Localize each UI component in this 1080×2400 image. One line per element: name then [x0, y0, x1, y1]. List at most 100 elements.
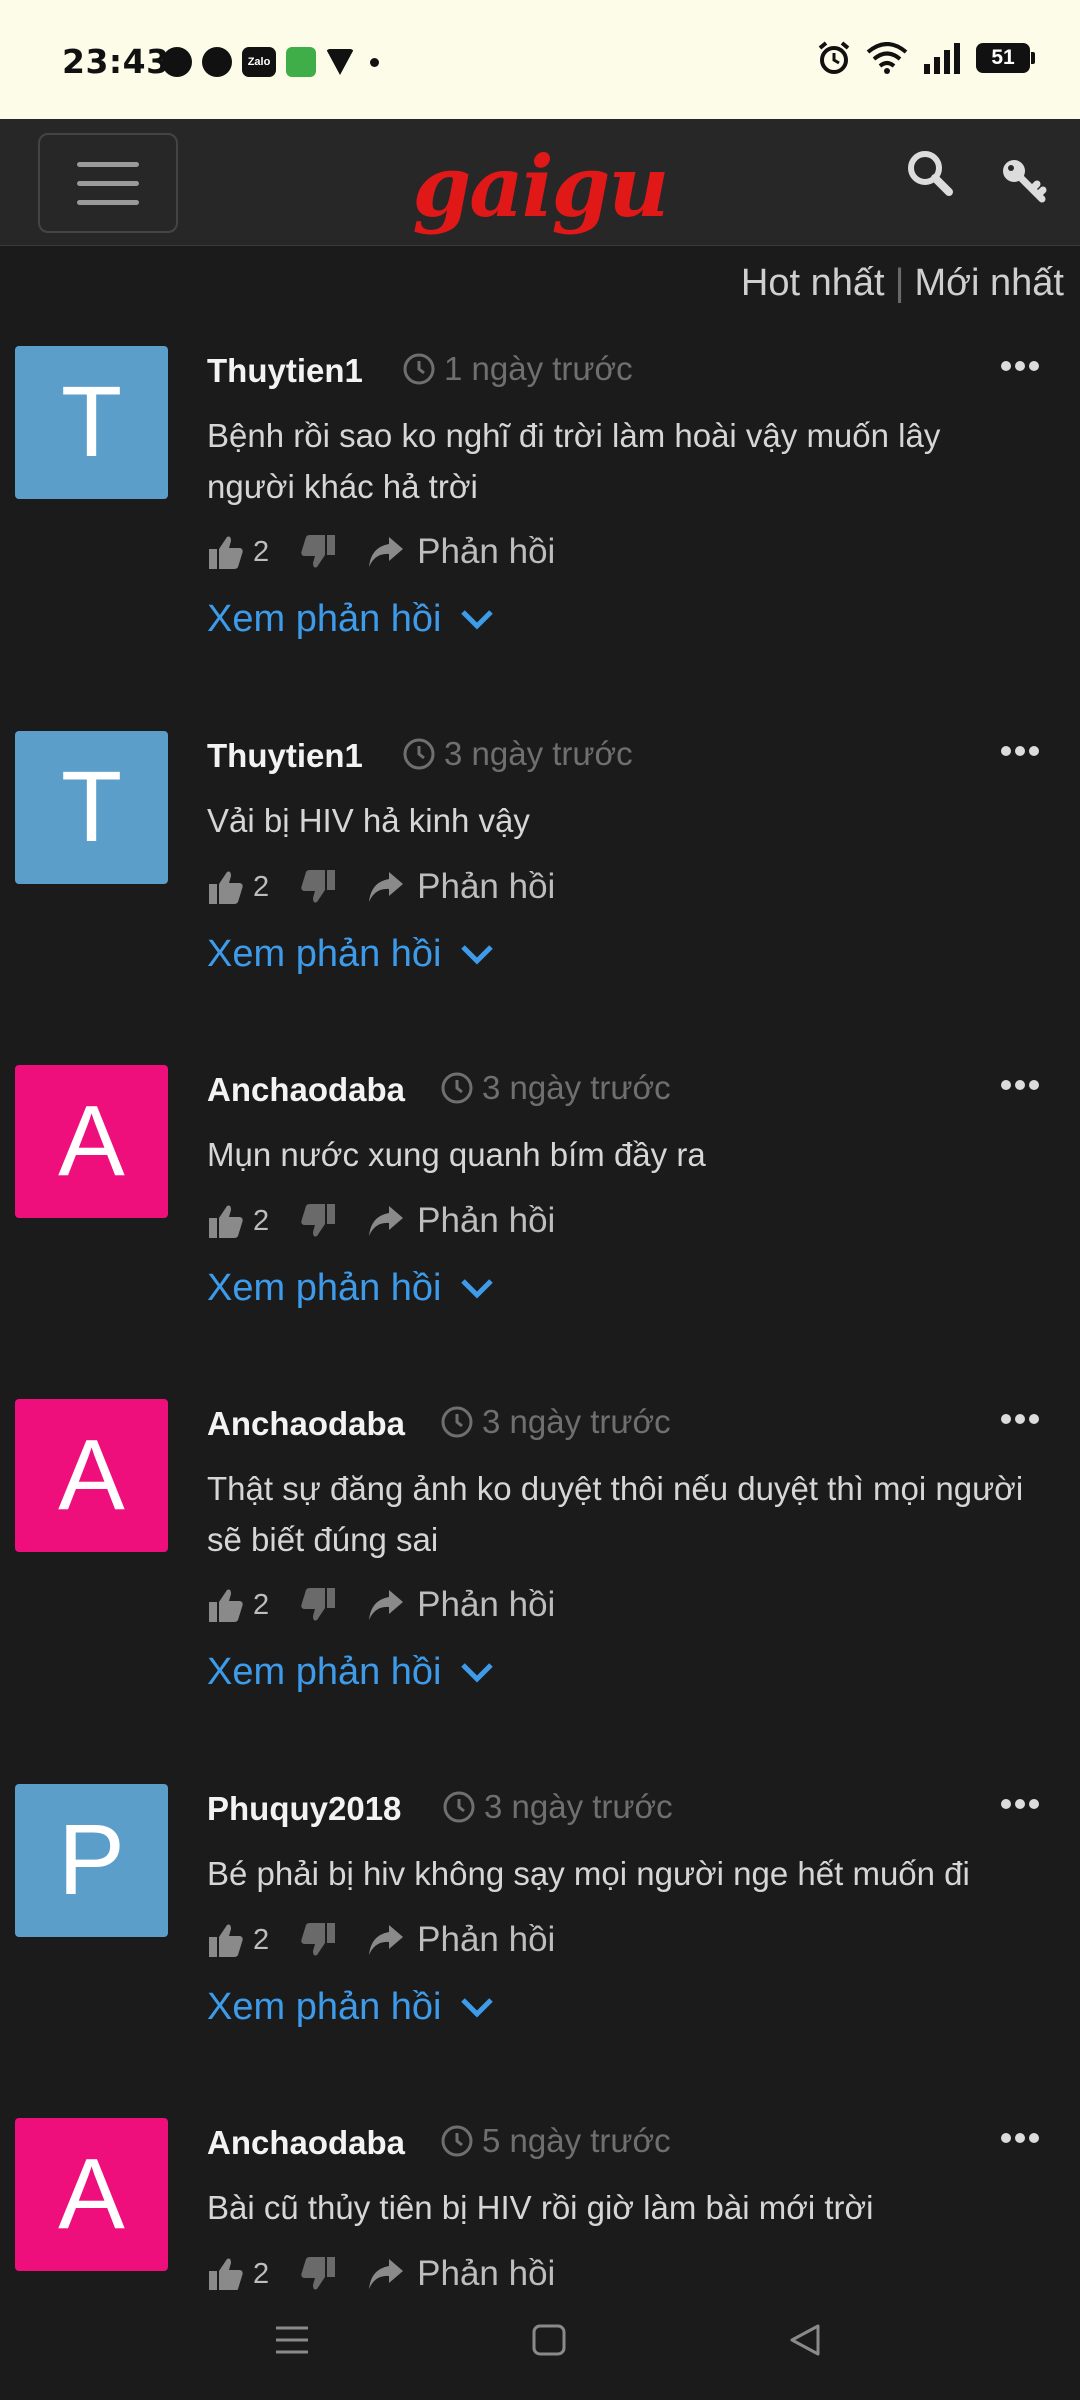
reply-button[interactable]: Phản hồi	[417, 867, 555, 907]
battery-indicator: 51	[976, 43, 1035, 73]
view-replies-label: Xem phản hồi	[207, 1986, 442, 2028]
reply-icon[interactable]	[367, 1204, 405, 1238]
status-bar: 23:43 Zalo 51	[0, 0, 1080, 119]
sort-hot-link[interactable]: Hot nhất	[741, 262, 885, 304]
comment-author[interactable]: Anchaodaba	[207, 1071, 405, 1109]
more-options-icon[interactable]	[1000, 745, 1040, 757]
reply-button[interactable]: Phản hồi	[417, 1201, 555, 1241]
more-notifications-dot	[370, 57, 379, 67]
reply-button[interactable]: Phản hồi	[417, 1920, 555, 1960]
view-replies-link[interactable]: Xem phản hồi	[207, 933, 494, 976]
avatar[interactable]: P	[15, 1784, 168, 1937]
more-options-icon[interactable]	[1000, 2132, 1040, 2144]
notification-icons: Zalo	[162, 47, 379, 77]
like-icon[interactable]	[207, 2255, 245, 2290]
dislike-icon[interactable]	[299, 1921, 337, 1959]
clock-icon	[403, 738, 435, 770]
chevron-down-icon	[460, 944, 493, 965]
more-options-icon[interactable]	[1000, 360, 1040, 372]
view-replies-link[interactable]: Xem phản hồi	[207, 598, 494, 641]
view-replies-link[interactable]: Xem phản hồi	[207, 1986, 494, 2029]
comment-time: 1 ngày trước	[402, 350, 633, 388]
view-replies-link[interactable]: Xem phản hồi	[207, 1651, 494, 1694]
clock-icon	[443, 1791, 475, 1823]
reply-button[interactable]: Phản hồi	[417, 532, 555, 572]
avatar[interactable]: A	[15, 2118, 168, 2271]
like-icon[interactable]	[207, 533, 245, 571]
alarm-icon	[818, 41, 850, 74]
view-replies-link[interactable]: Xem phản hồi	[207, 1267, 494, 1310]
reply-button[interactable]: Phản hồi	[417, 1585, 555, 1625]
comment-author[interactable]: Thuytien1	[207, 737, 363, 775]
avatar[interactable]: A	[15, 1399, 168, 1552]
reply-icon[interactable]	[367, 2257, 405, 2290]
comment-author[interactable]: Anchaodaba	[207, 2124, 405, 2162]
avatar[interactable]: A	[15, 1065, 168, 1218]
more-options-icon[interactable]	[1000, 1798, 1040, 1810]
comment-time: 3 ngày trước	[440, 1069, 671, 1107]
view-replies-label: Xem phản hồi	[207, 1267, 442, 1309]
like-count: 2	[253, 870, 270, 903]
comment-time: 3 ngày trước	[402, 735, 633, 773]
sort-newest-link[interactable]: Mới nhất	[914, 262, 1064, 304]
home-icon[interactable]	[530, 2322, 568, 2358]
system-nav-bar	[0, 2290, 1080, 2400]
clock-icon	[441, 1072, 473, 1104]
more-options-icon[interactable]	[1000, 1079, 1040, 1091]
comment-time: 5 ngày trước	[440, 2122, 671, 2160]
comment-text: Mụn nước xung quanh bím đầy ra	[207, 1136, 706, 1173]
like-count: 2	[253, 1923, 270, 1956]
comment-time-text: 3 ngày trước	[482, 1069, 671, 1106]
dislike-icon[interactable]	[299, 1586, 337, 1624]
comment-text: Vải bị HIV hả kinh vậy	[207, 802, 530, 839]
chevron-down-icon	[460, 1278, 493, 1299]
comment-text: Bé phải bị hiv không sạy mọi người nge h…	[207, 1855, 970, 1892]
recent-apps-icon[interactable]	[272, 2322, 312, 2358]
reply-icon[interactable]	[367, 1588, 405, 1622]
reply-button[interactable]: Phản hồi	[417, 2254, 555, 2290]
back-icon[interactable]	[786, 2322, 824, 2358]
view-replies-label: Xem phản hồi	[207, 933, 442, 975]
clock-icon	[441, 1406, 473, 1438]
dislike-icon[interactable]	[299, 1202, 337, 1240]
like-count: 2	[253, 1588, 270, 1621]
like-icon[interactable]	[207, 1921, 245, 1959]
dislike-icon[interactable]	[299, 533, 337, 571]
like-icon[interactable]	[207, 1202, 245, 1240]
chevron-down-icon	[460, 609, 493, 630]
like-count: 2	[253, 535, 270, 568]
like-icon[interactable]	[207, 868, 245, 906]
avatar[interactable]: T	[15, 346, 168, 499]
dislike-icon[interactable]	[299, 868, 337, 906]
comment-actions: 2 Phản hồi	[207, 2254, 555, 2290]
messenger-icon	[162, 47, 192, 77]
key-icon[interactable]	[1000, 157, 1048, 205]
system-icons: 51	[816, 40, 1035, 76]
comment-author[interactable]: Anchaodaba	[207, 1405, 405, 1443]
like-icon[interactable]	[207, 1586, 245, 1624]
comment-author[interactable]: Phuquy2018	[207, 1790, 401, 1828]
avatar[interactable]: T	[15, 731, 168, 884]
wifi-icon	[866, 42, 908, 74]
comment-time-text: 3 ngày trước	[484, 1788, 673, 1825]
site-header: gaigu	[0, 119, 1080, 246]
like-count: 2	[253, 2257, 270, 2290]
clock-icon	[403, 353, 435, 385]
reply-icon[interactable]	[367, 1923, 405, 1957]
comment-time-text: 5 ngày trước	[482, 2122, 671, 2159]
comment-time: 3 ngày trước	[440, 1403, 671, 1441]
comment-item: A Anchaodaba 5 ngày trước Bài cũ thủy ti…	[0, 2118, 1080, 2290]
search-icon[interactable]	[906, 149, 954, 197]
comment-author[interactable]: Thuytien1	[207, 352, 363, 390]
reply-icon[interactable]	[367, 535, 405, 569]
zalo-icon: Zalo	[242, 47, 276, 77]
comment-time: 3 ngày trước	[442, 1788, 673, 1826]
clock-icon	[441, 2125, 473, 2157]
app-icon	[286, 47, 316, 77]
comment-time-text: 1 ngày trước	[444, 350, 633, 387]
more-options-icon[interactable]	[1000, 1413, 1040, 1425]
chevron-down-icon	[460, 1662, 493, 1683]
dislike-icon[interactable]	[299, 2255, 337, 2290]
comment-text: Thật sự đăng ảnh ko duyệt thôi nếu duyệt…	[207, 1470, 1024, 1558]
reply-icon[interactable]	[367, 870, 405, 904]
